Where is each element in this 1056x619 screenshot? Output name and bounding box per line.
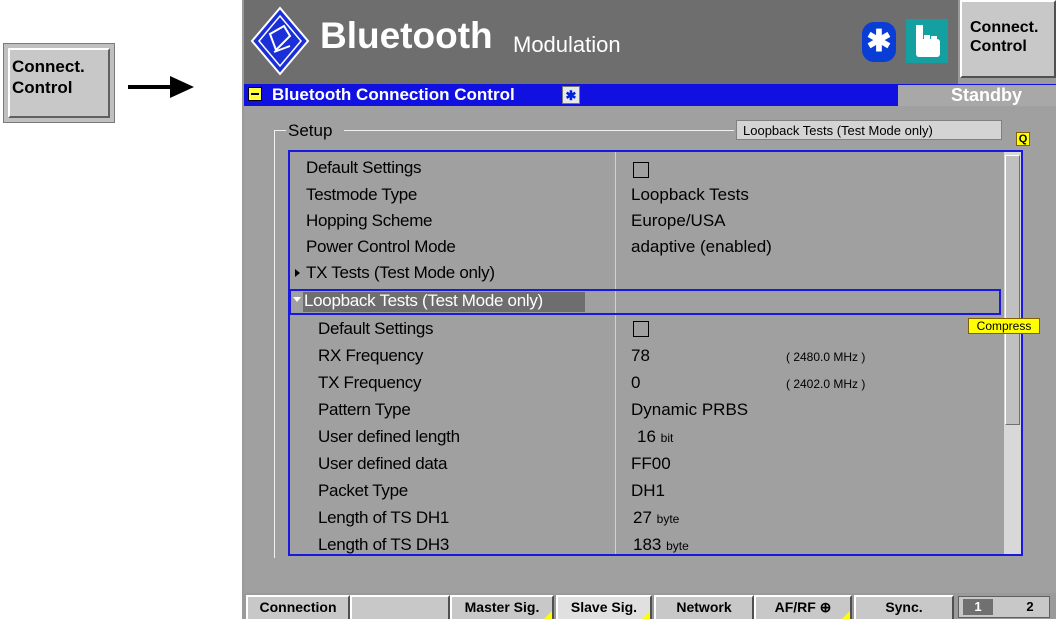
row-power-control-value[interactable]: adaptive (enabled)	[631, 237, 772, 257]
page-1-button[interactable]: 1	[963, 599, 993, 615]
softkey-network[interactable]: Network	[654, 595, 754, 619]
rs-logo-icon	[250, 6, 310, 76]
row-testmode-type-value[interactable]: Loopback Tests	[631, 185, 749, 205]
softkey-empty[interactable]	[350, 595, 450, 619]
status-badge: Standby	[898, 85, 1056, 106]
right-arrow-icon	[128, 76, 194, 98]
app-title: Bluetooth	[320, 15, 493, 56]
row-packet-type-label: Packet Type	[318, 481, 408, 500]
row-tx-frequency-mhz: ( 2402.0 MHz )	[786, 377, 866, 391]
connect-control-line2: Control	[970, 38, 1027, 55]
page-2-button[interactable]: 2	[1020, 599, 1040, 615]
softkey-corner-mark	[544, 611, 552, 619]
row-user-length-value[interactable]: 16 bit	[637, 427, 673, 447]
row-hopping-scheme-value[interactable]: Europe/USA	[631, 211, 726, 231]
panel-title: Bluetooth Connection Control	[272, 85, 515, 104]
context-label: Loopback Tests (Test Mode only)	[736, 120, 1002, 140]
row-rx-frequency-label: RX Frequency	[318, 346, 424, 365]
bluetooth-small-icon: ✱	[562, 86, 580, 104]
row-rx-frequency-value[interactable]: 78	[631, 346, 650, 366]
loopback-default-checkbox[interactable]	[633, 321, 649, 337]
row-tx-frequency-label: TX Frequency	[318, 373, 422, 392]
user-length-number: 16	[637, 427, 656, 446]
row-tx-frequency-value[interactable]: 0	[631, 373, 640, 393]
softkey-sync[interactable]: Sync.	[854, 595, 954, 619]
row-user-length-label: User defined length	[318, 427, 460, 446]
hand-pointer-icon[interactable]	[906, 19, 948, 63]
app-subtitle: Modulation	[513, 32, 621, 57]
group-frame-line	[274, 130, 275, 558]
row-rx-frequency-mhz: ( 2480.0 MHz )	[786, 350, 866, 364]
side-button-line1: Connect.	[12, 57, 85, 76]
ts-dh1-number: 27	[633, 508, 652, 527]
connect-control-side-button[interactable]: Connect. Control	[3, 43, 115, 123]
row-ts-dh1-value[interactable]: 27 byte	[633, 508, 679, 528]
row-loopback-tests-label[interactable]: Loopback Tests (Test Mode only)	[304, 291, 543, 311]
group-label-setup: Setup	[288, 121, 333, 140]
softkey-slave-sig[interactable]: Slave Sig.	[556, 595, 652, 619]
expand-down-icon[interactable]	[293, 297, 301, 302]
softkey-master-sig[interactable]: Master Sig.	[450, 595, 554, 619]
row-user-data-label: User defined data	[318, 454, 448, 473]
row-user-data-value[interactable]: FF00	[631, 454, 671, 474]
row-testmode-type-label: Testmode Type	[306, 185, 418, 204]
default-settings-checkbox[interactable]	[633, 162, 649, 178]
row-loopback-default-label: Default Settings	[318, 319, 434, 338]
softkey-af-rf[interactable]: AF/RF ⊕	[754, 595, 852, 619]
row-pattern-type-value[interactable]: Dynamic PRBS	[631, 400, 748, 420]
user-length-unit: bit	[660, 431, 674, 445]
group-frame-line	[274, 130, 286, 131]
row-packet-type-value[interactable]: DH1	[631, 481, 665, 501]
connect-control-button[interactable]: Connect. Control	[960, 0, 1056, 78]
row-default-settings-label: Default Settings	[306, 158, 422, 177]
group-frame-line	[344, 130, 734, 131]
row-hopping-scheme-label: Hopping Scheme	[306, 211, 433, 230]
row-pattern-type-label: Pattern Type	[318, 400, 411, 419]
softkey-corner-mark	[842, 611, 850, 619]
minimize-icon[interactable]	[248, 87, 262, 101]
q-badge-icon[interactable]: Q	[1016, 132, 1030, 146]
row-power-control-label: Power Control Mode	[306, 237, 456, 256]
row-ts-dh3-label: Length of TS DH3	[318, 535, 449, 554]
ts-dh1-unit: byte	[656, 512, 680, 526]
row-tx-tests-label[interactable]: TX Tests (Test Mode only)	[306, 263, 495, 283]
connect-control-side-button-face: Connect. Control	[8, 48, 110, 118]
ts-dh3-unit: byte	[666, 539, 689, 553]
row-ts-dh3-value[interactable]: 183 byte	[633, 535, 689, 555]
column-divider	[615, 152, 616, 554]
ts-dh3-number: 183	[633, 535, 662, 554]
bluetooth-icon: ✱	[862, 22, 896, 62]
softkey-connection[interactable]: Connection	[246, 595, 350, 619]
side-button-line2: Control	[12, 78, 73, 97]
compress-button[interactable]: Compress	[968, 318, 1040, 334]
connect-control-line1: Connect.	[970, 19, 1039, 36]
row-ts-dh1-label: Length of TS DH1	[318, 508, 449, 527]
scrollbar-thumb[interactable]	[1005, 155, 1020, 425]
expand-right-icon[interactable]	[295, 269, 300, 277]
softkey-corner-mark	[642, 611, 650, 619]
